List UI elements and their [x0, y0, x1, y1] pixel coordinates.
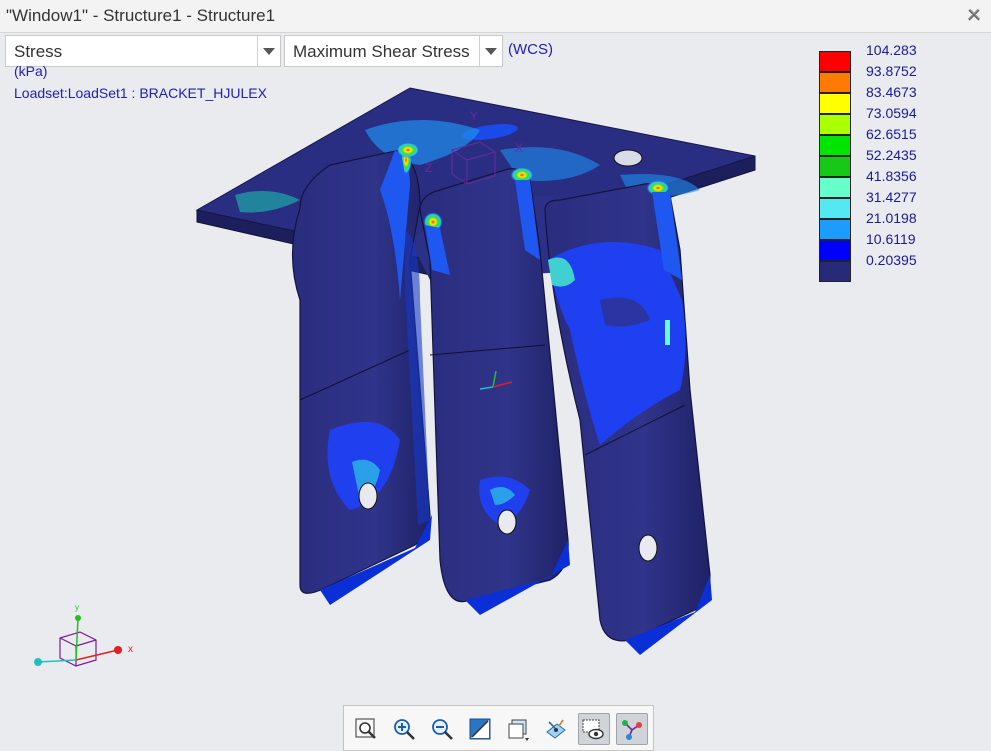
repaint-icon — [469, 718, 491, 740]
units-label: (kPa) — [14, 63, 48, 79]
saved-views-button[interactable] — [502, 713, 534, 745]
legend-value: 93.8752 — [866, 63, 917, 79]
datum-display-button[interactable] — [616, 713, 648, 745]
legend-value: 62.6515 — [866, 126, 917, 142]
view-toolbar — [343, 705, 654, 751]
legend-swatch-6 — [819, 177, 851, 198]
legend-value: 104.283 — [866, 42, 917, 58]
svg-text:X: X — [515, 141, 523, 155]
svg-text:Y: Y — [470, 109, 478, 123]
legend-swatch-0 — [819, 51, 851, 72]
legend-value: 52.2435 — [866, 147, 917, 163]
legend-swatch-4 — [819, 135, 851, 156]
chevron-down-icon[interactable] — [479, 36, 502, 66]
datum-display-icon — [622, 720, 642, 740]
legend-value: 10.6119 — [866, 231, 916, 247]
stress-type-value: Stress — [14, 42, 63, 61]
loadset-label: Loadset:LoadSet1 : BRACKET_HJULEX — [14, 85, 267, 101]
zoom-in-button[interactable] — [388, 713, 420, 745]
legend-swatch-5 — [819, 156, 851, 177]
coordinate-system-label: (WCS) — [508, 41, 553, 58]
spin-center-button[interactable] — [540, 713, 572, 745]
legend-swatch-3 — [819, 114, 851, 135]
display-style-icon — [582, 719, 604, 740]
legend-swatch-9 — [819, 240, 851, 261]
repaint-button[interactable] — [464, 713, 496, 745]
stress-component-dropdown[interactable]: Maximum Shear Stress — [284, 35, 503, 67]
stress-component-value: Maximum Shear Stress — [293, 42, 470, 61]
graphics-window[interactable]: Y Z X Stress Maximum Shear Stress (WCS) … — [0, 33, 991, 751]
legend-swatch-2 — [819, 93, 851, 114]
legend-value: 41.8356 — [866, 168, 917, 184]
saved-views-icon — [508, 719, 529, 741]
display-style-button[interactable] — [578, 713, 610, 745]
zoom-out-button[interactable] — [426, 713, 458, 745]
triad-x-label: x — [128, 644, 133, 655]
legend-value: 73.0594 — [866, 105, 917, 121]
chevron-down-icon[interactable] — [257, 36, 280, 66]
triad-y-label: y — [75, 603, 79, 612]
legend-value: 31.4277 — [866, 189, 917, 205]
legend-value: 21.0198 — [866, 210, 917, 226]
legend-swatch-8 — [819, 219, 851, 240]
spin-center-icon — [546, 719, 566, 739]
legend-swatch-7 — [819, 198, 851, 219]
zoom-in-icon — [394, 719, 415, 740]
window-title: "Window1" - Structure1 - Structure1 — [6, 6, 276, 25]
close-icon[interactable] — [965, 6, 983, 24]
zoom-fit-button[interactable] — [350, 713, 382, 745]
svg-text:Z: Z — [425, 161, 432, 175]
title-bar: "Window1" - Structure1 - Structure1 — [0, 0, 991, 33]
legend-swatch-10 — [819, 261, 851, 282]
view-orientation-triad: x y — [34, 603, 133, 667]
zoom-fit-icon — [355, 718, 376, 739]
legend-swatch-1 — [819, 72, 851, 93]
legend-value: 83.4673 — [866, 84, 917, 100]
zoom-out-icon — [432, 719, 453, 740]
legend-value: 0.20395 — [866, 252, 917, 268]
